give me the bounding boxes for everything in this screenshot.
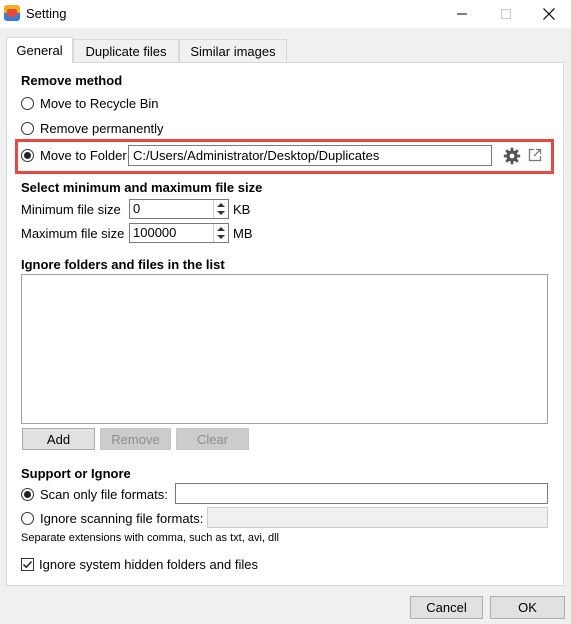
max-size-label: Maximum file size xyxy=(21,226,125,241)
min-size-unit: KB xyxy=(233,202,251,217)
radio-recycle-bin[interactable] xyxy=(21,97,34,110)
ignore-hidden-label[interactable]: Ignore system hidden folders and files xyxy=(39,557,258,572)
minimize-icon xyxy=(457,13,467,15)
maximize-icon xyxy=(501,9,511,19)
radio-recycle-bin-label[interactable]: Move to Recycle Bin xyxy=(40,96,159,111)
open-folder-button[interactable] xyxy=(527,147,543,163)
checkmark-icon xyxy=(22,560,33,569)
ignore-list-title: Ignore folders and files in the list xyxy=(21,257,225,272)
radio-ignore-formats[interactable] xyxy=(21,512,34,525)
scan-only-label[interactable]: Scan only file formats: xyxy=(40,487,168,502)
ignore-list[interactable] xyxy=(21,274,548,424)
maximize-button[interactable] xyxy=(483,0,529,28)
ok-button[interactable]: OK xyxy=(490,596,565,619)
min-size-stepper[interactable]: 0 xyxy=(129,199,229,219)
min-size-label: Minimum file size xyxy=(21,202,121,217)
clear-button[interactable]: Clear xyxy=(176,428,249,450)
radio-remove-permanently[interactable] xyxy=(21,122,34,135)
min-size-value: 0 xyxy=(133,201,141,216)
file-size-title: Select minimum and maximum file size xyxy=(21,180,263,195)
max-size-value: 100000 xyxy=(133,225,177,240)
ignore-hidden-checkbox[interactable] xyxy=(21,558,34,571)
remove-button[interactable]: Remove xyxy=(100,428,171,450)
scan-only-input[interactable] xyxy=(175,483,548,504)
minimize-button[interactable] xyxy=(439,0,485,28)
close-button[interactable] xyxy=(527,0,571,28)
max-size-stepper[interactable]: 100000 xyxy=(129,223,229,243)
settings-button[interactable] xyxy=(503,147,521,165)
radio-remove-permanently-label[interactable]: Remove permanently xyxy=(40,121,164,136)
tab-similar-images[interactable]: Similar images xyxy=(179,39,287,62)
radio-move-to-folder-label[interactable]: Move to Folder xyxy=(40,148,127,163)
max-size-spin-arrows[interactable] xyxy=(213,224,228,242)
radio-scan-only[interactable] xyxy=(21,488,34,501)
ignore-formats-label[interactable]: Ignore scanning file formats: xyxy=(40,511,203,526)
close-icon xyxy=(543,8,555,20)
external-link-icon xyxy=(528,148,542,162)
ignore-formats-input[interactable] xyxy=(207,507,548,528)
remove-method-title: Remove method xyxy=(21,73,123,88)
tab-duplicate-files[interactable]: Duplicate files xyxy=(73,39,179,62)
title-bar: Setting xyxy=(0,0,571,28)
min-size-spin-arrows[interactable] xyxy=(213,200,228,218)
folder-path-input[interactable]: C:/Users/Administrator/Desktop/Duplicate… xyxy=(128,145,492,166)
window-title: Setting xyxy=(26,6,67,21)
gear-icon xyxy=(503,147,521,165)
radio-move-to-folder[interactable] xyxy=(21,149,34,162)
add-button[interactable]: Add xyxy=(22,428,95,450)
support-title: Support or Ignore xyxy=(21,466,131,481)
app-icon xyxy=(4,5,20,21)
extensions-note: Separate extensions with comma, such as … xyxy=(21,532,280,544)
max-size-unit: MB xyxy=(233,226,253,241)
cancel-button[interactable]: Cancel xyxy=(410,596,483,619)
tab-general[interactable]: General xyxy=(6,37,73,63)
